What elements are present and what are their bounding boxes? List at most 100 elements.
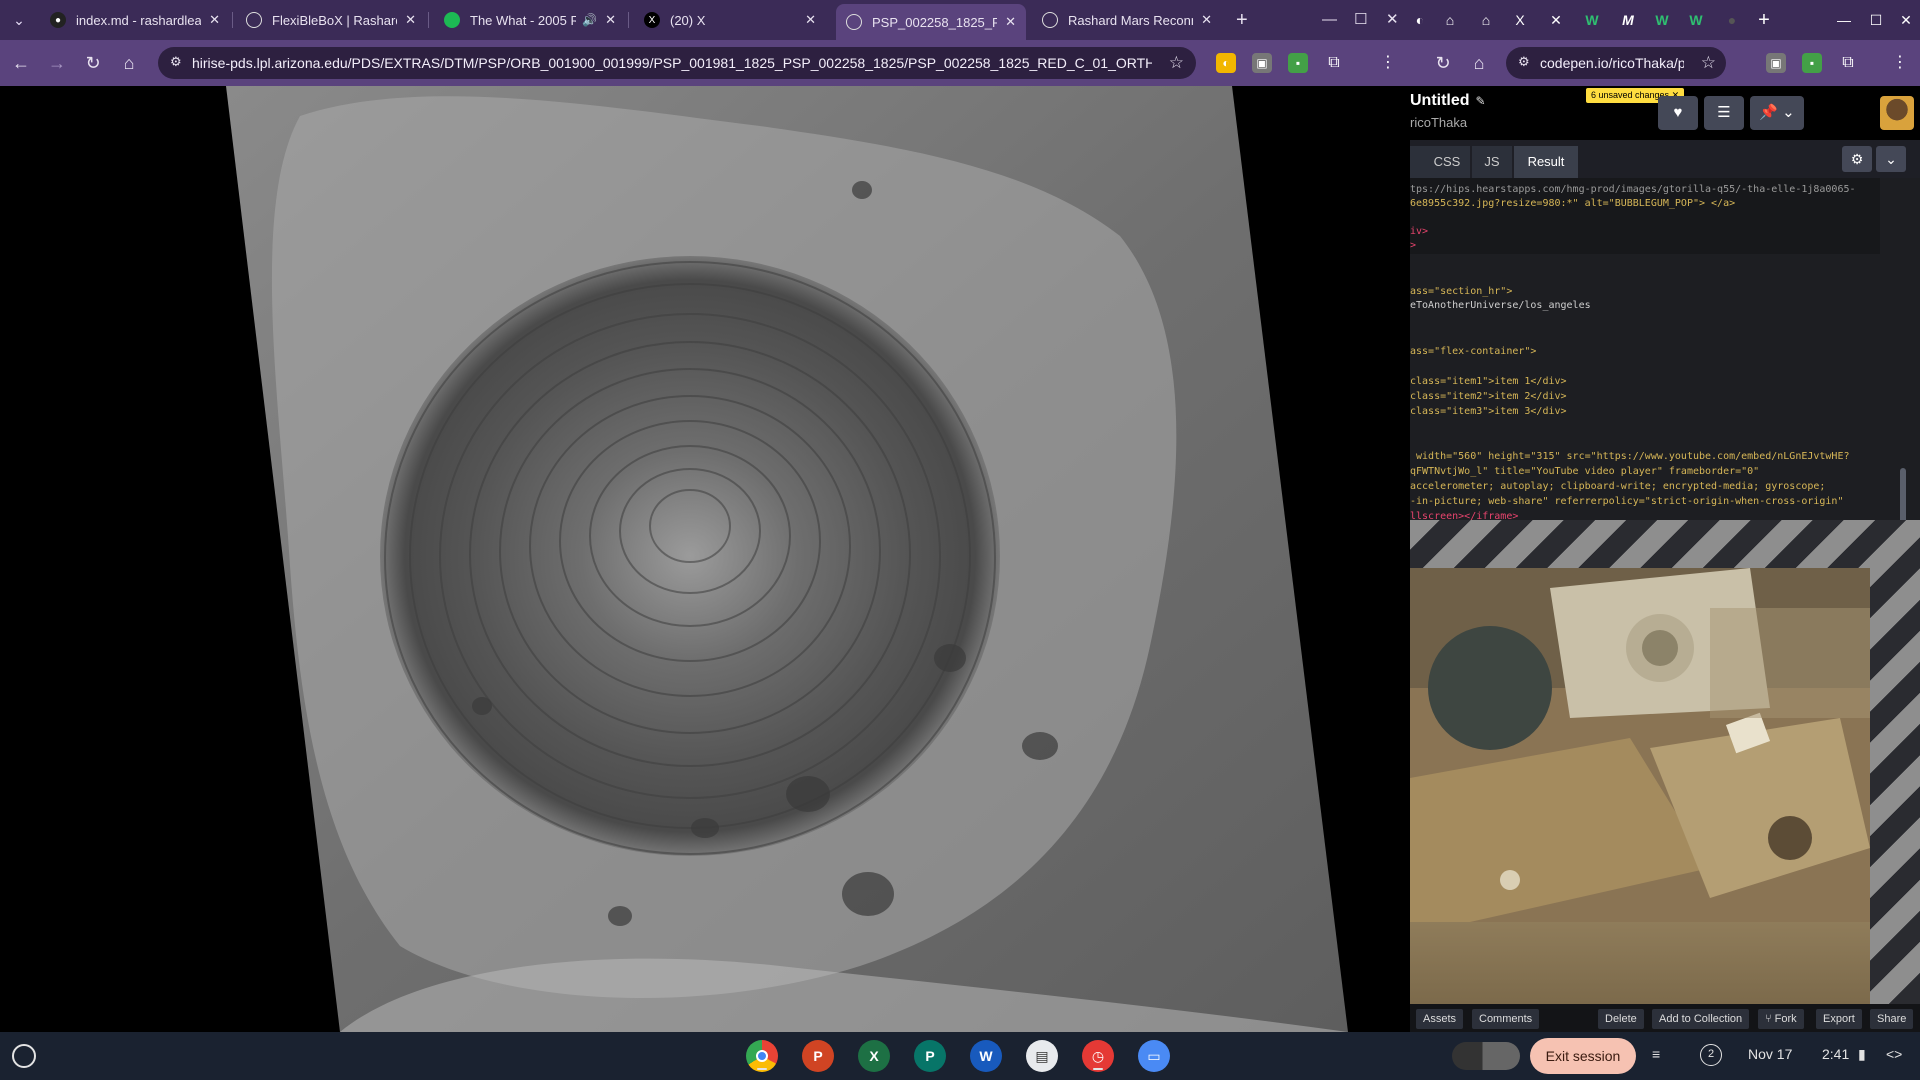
close-icon[interactable]: ✕ (1546, 10, 1566, 30)
new-tab-button[interactable]: + (1754, 10, 1774, 30)
close-icon[interactable]: ✕ (605, 12, 616, 28)
gear-icon[interactable]: ⚙ (1842, 146, 1872, 172)
tab-rashard-mars[interactable]: Rashard Mars Reconna ✕ (1032, 4, 1222, 36)
heart-button[interactable]: ♥ (1658, 96, 1698, 130)
desktop: ⌄ ● index.md - rashardlearn ✕ FlexiBleBo… (0, 0, 1920, 1080)
close-icon[interactable]: ✕ (805, 12, 816, 28)
home-icon[interactable]: ⌂ (116, 50, 142, 76)
tab-search-icon[interactable]: ⌄ (6, 8, 32, 32)
forward-icon[interactable]: → (44, 50, 70, 76)
close-icon[interactable]: ✕ (405, 12, 416, 28)
pen-author[interactable]: ricoThaka (1410, 115, 1467, 130)
address-bar[interactable]: ⚙ codepen.io/ricoThaka/p... ☆ (1506, 47, 1726, 79)
x-icon: X (644, 12, 660, 28)
add-to-collection-button[interactable]: Add to Collection (1652, 1009, 1750, 1029)
editor-scrollbar[interactable] (1900, 468, 1906, 520)
close-icon[interactable]: ✕ (1201, 12, 1212, 28)
time-label[interactable]: 2:41 (1822, 1046, 1849, 1062)
extension-icon[interactable]: ▣ (1766, 53, 1786, 73)
extension-icon[interactable]: ◐ (1216, 53, 1236, 73)
reload-icon[interactable]: ↻ (1430, 50, 1456, 76)
puzzle-icon[interactable]: ⧉ (1838, 53, 1858, 73)
comments-button[interactable]: Comments (1472, 1009, 1540, 1029)
tab-psp-active[interactable]: PSP_002258_1825_RED ✕ (836, 4, 1026, 40)
pin-button[interactable]: 📌 ⌄ (1750, 96, 1804, 130)
screen-share-thumbnail[interactable] (1452, 1042, 1520, 1070)
close-window-icon[interactable]: ✕ (1896, 10, 1916, 30)
github-icon[interactable]: ● (1722, 10, 1742, 30)
html-code-editor[interactable]: tps://hips.hearstapps.com/hmg-prod/image… (1410, 178, 1920, 520)
minimize-icon[interactable]: — (1834, 10, 1854, 30)
tab-js[interactable]: JS (1472, 146, 1512, 178)
maximize-icon[interactable]: ☐ (1354, 8, 1367, 32)
close-icon[interactable]: ✕ (209, 12, 220, 28)
tab-flexiblebox[interactable]: FlexiBleBoX | RashardM ✕ (236, 4, 426, 36)
tab-x[interactable]: X (20) X ✕ (634, 4, 826, 36)
site-info-icon[interactable]: ⚙ (1518, 54, 1530, 70)
chevron-down-icon[interactable]: ⌄ (1876, 146, 1906, 172)
tab-html-partial[interactable] (1410, 146, 1424, 178)
puzzle-icon[interactable]: ⧉ (1324, 53, 1344, 73)
share-button[interactable]: Share (1870, 1009, 1914, 1029)
assets-button[interactable]: Assets (1416, 1009, 1464, 1029)
tab-spotify[interactable]: The What - 2005 Re 🔊 ✕ (434, 4, 626, 36)
home-icon[interactable]: ⌂ (1466, 50, 1492, 76)
library-icon[interactable]: ⌂ (1440, 10, 1460, 30)
tab-css[interactable]: CSS (1424, 146, 1470, 178)
site-info-icon[interactable]: ⚙ (170, 54, 182, 70)
tab-result[interactable]: Result (1514, 146, 1578, 178)
tab-partial-icon[interactable]: ◐ (1410, 10, 1430, 30)
chrome-icon[interactable] (746, 1040, 778, 1072)
w-site-icon[interactable]: W (1582, 10, 1602, 30)
extension-icon[interactable]: ▪ (1288, 53, 1308, 73)
w-site-icon[interactable]: W (1686, 10, 1706, 30)
library-icon[interactable]: ⌂ (1476, 10, 1496, 30)
code-line: iv> (1410, 226, 1429, 237)
pen-title[interactable]: Untitled ✎ (1410, 92, 1486, 110)
exit-session-button[interactable]: Exit session (1530, 1038, 1636, 1074)
back-icon[interactable]: ← (8, 50, 34, 76)
minimize-icon[interactable]: — (1322, 8, 1337, 32)
phone-icon[interactable]: ▮ (1858, 1046, 1866, 1063)
kebab-menu-icon[interactable]: ⋮ (1890, 53, 1910, 73)
launcher-icon[interactable] (12, 1044, 36, 1068)
w-site-icon[interactable]: W (1652, 10, 1672, 30)
powerpoint-icon[interactable]: P (802, 1040, 834, 1072)
close-window-icon[interactable]: ✕ (1386, 8, 1399, 32)
os-shelf: P X P W ▤ ◷ ▭ Exit session ≡ 2 Nov 17 2:… (0, 1032, 1920, 1080)
date-label[interactable]: Nov 17 (1748, 1046, 1792, 1062)
active-indicator (1093, 1068, 1103, 1070)
export-button[interactable]: Export (1816, 1009, 1862, 1029)
delete-button[interactable]: Delete (1598, 1009, 1644, 1029)
excel-icon[interactable]: X (858, 1040, 890, 1072)
bookmark-star-icon[interactable]: ☆ (1701, 53, 1716, 73)
stopwatch-icon[interactable]: ◷ (1082, 1040, 1114, 1072)
tab-index-md[interactable]: ● index.md - rashardlearn ✕ (40, 4, 230, 36)
speaker-icon[interactable]: 🔊 (582, 13, 597, 27)
close-icon[interactable]: ✕ (1005, 14, 1016, 30)
publisher-icon[interactable]: P (914, 1040, 946, 1072)
address-url[interactable]: hirise-pds.lpl.arizona.edu/PDS/EXTRAS/DT… (192, 55, 1152, 71)
notification-badge[interactable]: 2 (1700, 1044, 1722, 1066)
address-bar[interactable]: ⚙ hirise-pds.lpl.arizona.edu/PDS/EXTRAS/… (158, 47, 1196, 79)
layout-button[interactable]: ☰ (1704, 96, 1744, 130)
extension-icon[interactable]: ▣ (1252, 53, 1272, 73)
address-url[interactable]: codepen.io/ricoThaka/p... (1540, 55, 1684, 71)
x-icon[interactable]: X (1510, 10, 1530, 30)
kebab-menu-icon[interactable]: ⋮ (1378, 53, 1398, 73)
reload-icon[interactable]: ↻ (80, 50, 106, 76)
bookmark-star-icon[interactable]: ☆ (1169, 53, 1184, 73)
medium-icon[interactable]: M (1618, 10, 1638, 30)
playlist-icon[interactable]: ≡ (1652, 1046, 1660, 1062)
tab-separator (428, 12, 429, 28)
avatar[interactable] (1880, 96, 1914, 130)
files-icon[interactable]: ▭ (1138, 1040, 1170, 1072)
word-icon[interactable]: W (970, 1040, 1002, 1072)
fork-button[interactable]: ⑂ Fork (1758, 1009, 1804, 1029)
maximize-icon[interactable]: ☐ (1866, 10, 1886, 30)
extension-icon[interactable]: ▪ (1802, 53, 1822, 73)
code-icon[interactable]: <> (1886, 1046, 1902, 1062)
docs-icon[interactable]: ▤ (1026, 1040, 1058, 1072)
new-tab-button[interactable]: + (1236, 8, 1248, 32)
pencil-icon[interactable]: ✎ (1476, 94, 1486, 108)
